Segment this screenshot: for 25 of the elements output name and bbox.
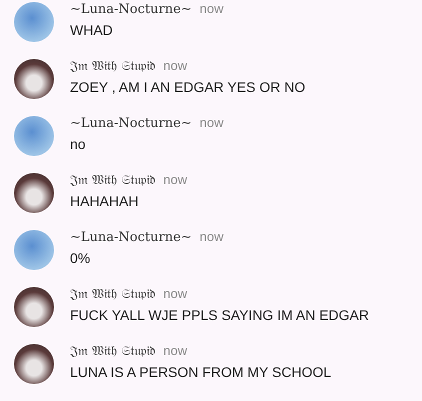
timestamp: now — [163, 58, 188, 73]
message-text: LUNA IS A PERSON FROM MY SCHOOL — [70, 364, 332, 380]
avatar-photo[interactable] — [14, 173, 54, 213]
author-name[interactable]: 𝔍𝔪 𝔚𝔦𝔱𝔥 𝔖𝔱𝔲𝔭𝔦𝔡 — [70, 173, 156, 188]
timestamp: now — [163, 343, 188, 358]
author-name[interactable]: 𝔍𝔪 𝔚𝔦𝔱𝔥 𝔖𝔱𝔲𝔭𝔦𝔡 — [70, 59, 156, 74]
message-text: 0% — [70, 250, 92, 266]
timestamp: now — [163, 286, 188, 301]
author-name[interactable]: ~Luna-Nocturne~ — [70, 116, 192, 131]
message-text: no — [70, 136, 87, 152]
message-text: HAHAHAH — [70, 193, 140, 209]
avatar-photo[interactable] — [14, 287, 54, 327]
timestamp: now — [200, 115, 224, 130]
message-text: ZOEY , AM I AN EDGAR YES OR NO — [70, 79, 306, 95]
avatar-photo[interactable] — [14, 59, 54, 99]
message-text: WHAD — [70, 22, 114, 38]
timestamp: now — [200, 1, 224, 16]
timestamp: now — [163, 172, 188, 187]
author-name[interactable]: 𝔍𝔪 𝔚𝔦𝔱𝔥 𝔖𝔱𝔲𝔭𝔦𝔡 — [70, 344, 156, 359]
avatar-photo[interactable] — [14, 344, 54, 384]
timestamp: now — [200, 229, 224, 244]
author-name[interactable]: 𝔍𝔪 𝔚𝔦𝔱𝔥 𝔖𝔱𝔲𝔭𝔦𝔡 — [70, 287, 156, 302]
author-name[interactable]: ~Luna-Nocturne~ — [70, 2, 192, 17]
author-name[interactable]: ~Luna-Nocturne~ — [70, 230, 192, 245]
message-text: FUCK YALL WJE PPLS SAYING IM AN EDGAR — [70, 307, 370, 323]
